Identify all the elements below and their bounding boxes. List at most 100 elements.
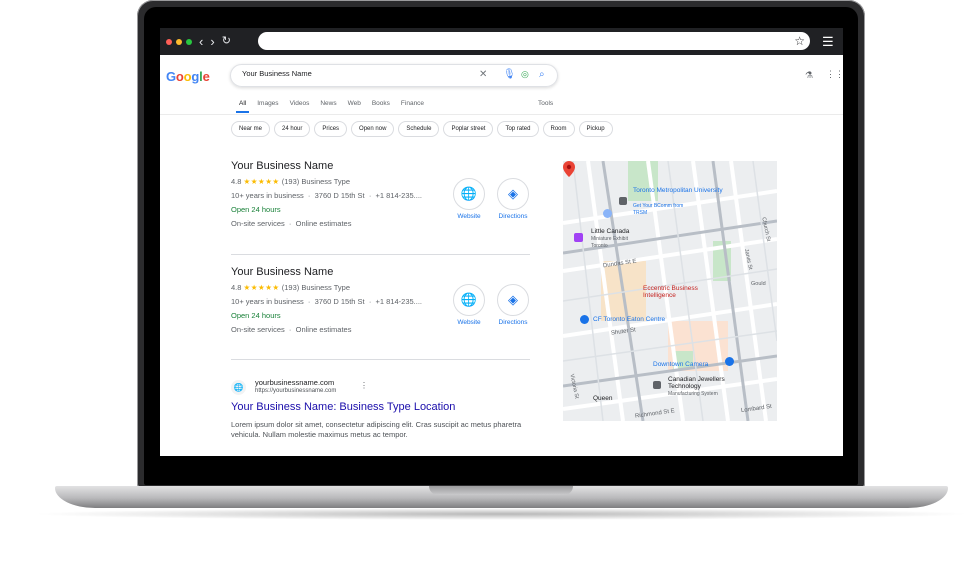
queen-station-label[interactable]: Queen — [593, 395, 613, 402]
globe-icon: 🌐 — [453, 178, 485, 210]
laptop-shadow — [30, 508, 973, 520]
school-icon[interactable] — [619, 197, 627, 205]
labs-flask-icon[interactable]: ⚗ — [805, 70, 813, 81]
reload-icon[interactable]: ↻ — [222, 36, 231, 47]
result-snippet: Lorem ipsum dolor sit amet, consectetur … — [231, 420, 522, 439]
filter-chip[interactable]: Poplar street — [443, 121, 494, 137]
review-count[interactable]: (193) — [282, 283, 300, 292]
camera-shop-icon[interactable] — [725, 357, 734, 366]
filter-chip[interactable]: Room — [542, 121, 575, 137]
lens-icon[interactable]: ◎ — [521, 69, 529, 80]
microphone-icon[interactable]: 🎙 — [503, 69, 516, 80]
rating-value: 4.8 — [231, 283, 242, 292]
phone: +1 814-235.... — [375, 191, 423, 200]
rating-value: 4.8 — [231, 177, 242, 186]
directions-label: Directions — [498, 319, 528, 326]
tab-news[interactable]: News — [320, 100, 336, 107]
downtown-camera-label[interactable]: Downtown Camera — [653, 361, 708, 368]
filter-chip[interactable]: Prices — [314, 121, 348, 137]
search-icon[interactable]: ⌕ — [539, 69, 545, 80]
review-count[interactable]: (193) — [282, 177, 300, 186]
laptop-notch — [429, 486, 573, 495]
map-panel[interactable]: Toronto Metropolitan University Get Your… — [563, 161, 777, 421]
business-name[interactable]: Your Business Name — [231, 160, 531, 172]
years-in-business: 10+ years in business — [231, 297, 304, 306]
business-name[interactable]: Your Business Name — [231, 266, 531, 278]
filter-chip[interactable]: Schedule — [398, 121, 440, 137]
estimate-tag: Online estimates — [295, 325, 352, 334]
site-favicon-icon: 🌐 — [231, 380, 246, 395]
filter-chips: Near me 24 hour Prices Open now Schedule Popl… — [231, 121, 617, 137]
years-in-business: 10+ years in business — [231, 191, 304, 200]
tabs-divider — [160, 114, 843, 115]
more-options-icon[interactable]: ⋮ — [360, 381, 368, 390]
tab-videos[interactable]: Videos — [290, 100, 310, 107]
shopping-icon[interactable] — [580, 315, 589, 324]
filter-chip[interactable]: Top rated — [497, 121, 539, 137]
directions-button[interactable]: ◈ Directions — [488, 178, 538, 220]
directions-label: Directions — [498, 213, 528, 220]
tab-finance[interactable]: Finance — [401, 100, 424, 107]
site-url[interactable]: https://yourbusinessname.com — [255, 388, 336, 394]
star-icon[interactable]: ☆ — [794, 34, 805, 48]
estimate-tag: Online estimates — [295, 219, 352, 228]
services-row: On-site services · Online estimates — [231, 219, 352, 228]
browser-screen: ‹ › ↻ ☆ ☰ Google ✕ 🎙 ◎ ⌕ ⚗ ⋮⋮ All Images V… — [160, 28, 843, 456]
website-label: Website — [457, 213, 481, 220]
search-box[interactable]: ✕ 🎙 ◎ ⌕ — [230, 64, 558, 87]
directions-button[interactable]: ◈ Directions — [488, 284, 538, 326]
tab-books[interactable]: Books — [372, 100, 390, 107]
service-tag: On-site services — [231, 219, 285, 228]
close-window-dot[interactable] — [166, 38, 172, 45]
minimize-window-dot[interactable] — [176, 38, 182, 45]
site-name[interactable]: yourbusinessname.com — [255, 378, 334, 387]
business-map-label[interactable]: Eccentric Business Intelligence — [643, 285, 723, 299]
website-label: Website — [457, 319, 481, 326]
maximize-window-dot[interactable] — [186, 38, 192, 45]
listing-divider — [231, 254, 530, 255]
website-button[interactable]: 🌐 Website — [444, 284, 494, 326]
business-icon[interactable] — [653, 381, 661, 389]
forward-icon[interactable]: › — [210, 35, 214, 48]
address: 3760 D 15th St — [314, 191, 365, 200]
clear-icon[interactable]: ✕ — [479, 69, 487, 80]
little-canada-sublabel: Miniature Exhibit Toronto — [591, 236, 628, 249]
browser-toolbar: ‹ › ↻ ☆ ☰ — [160, 28, 843, 55]
eaton-centre-label[interactable]: CF Toronto Eaton Centre — [593, 316, 665, 323]
website-button[interactable]: 🌐 Website — [444, 178, 494, 220]
result-title-link[interactable]: Your Business Name: Business Type Locati… — [231, 401, 455, 413]
filter-chip[interactable]: Pickup — [578, 121, 613, 137]
tab-images[interactable]: Images — [257, 100, 278, 107]
rating-stars: ★★★★★ — [243, 283, 280, 292]
university-sublabel: Get Your BComm from TRSM — [633, 203, 684, 216]
search-input[interactable] — [242, 69, 462, 78]
google-logo[interactable]: Google — [166, 69, 210, 84]
rating-stars: ★★★★★ — [243, 177, 280, 186]
filter-chip[interactable]: Near me — [231, 121, 271, 137]
phone: +1 814-235.... — [375, 297, 423, 306]
tools-tab[interactable]: Tools — [538, 100, 553, 107]
filter-chip[interactable]: 24 hour — [274, 121, 311, 137]
filter-chip[interactable]: Open now — [351, 121, 395, 137]
tab-all[interactable]: All — [235, 100, 250, 113]
search-tabs: All Images Videos News Web Books Finance — [235, 100, 435, 113]
university-label[interactable]: Toronto Metropolitan University — [633, 187, 723, 194]
museum-icon[interactable] — [574, 233, 583, 242]
directions-icon: ◈ — [497, 284, 529, 316]
menu-icon[interactable]: ☰ — [822, 34, 834, 50]
apps-grid-icon[interactable]: ⋮⋮ — [826, 69, 843, 80]
place-marker-icon[interactable] — [603, 209, 612, 218]
jewellers-sublabel: Manufacturing System — [668, 391, 718, 397]
location-pin-icon[interactable] — [563, 161, 575, 177]
back-icon[interactable]: ‹ — [199, 35, 203, 48]
jewellers-label[interactable]: Canadian Jewellers Technology — [668, 376, 758, 390]
little-canada-label[interactable]: Little Canada — [591, 228, 629, 235]
address-bar[interactable]: ☆ — [258, 32, 810, 50]
listing-divider — [231, 359, 530, 360]
globe-icon: 🌐 — [453, 284, 485, 316]
tab-web[interactable]: Web — [348, 100, 361, 107]
service-tag: On-site services — [231, 325, 285, 334]
address: 3760 D 15th St — [314, 297, 365, 306]
business-type: Business Type — [301, 283, 350, 292]
street-label: Gould — [751, 281, 766, 287]
